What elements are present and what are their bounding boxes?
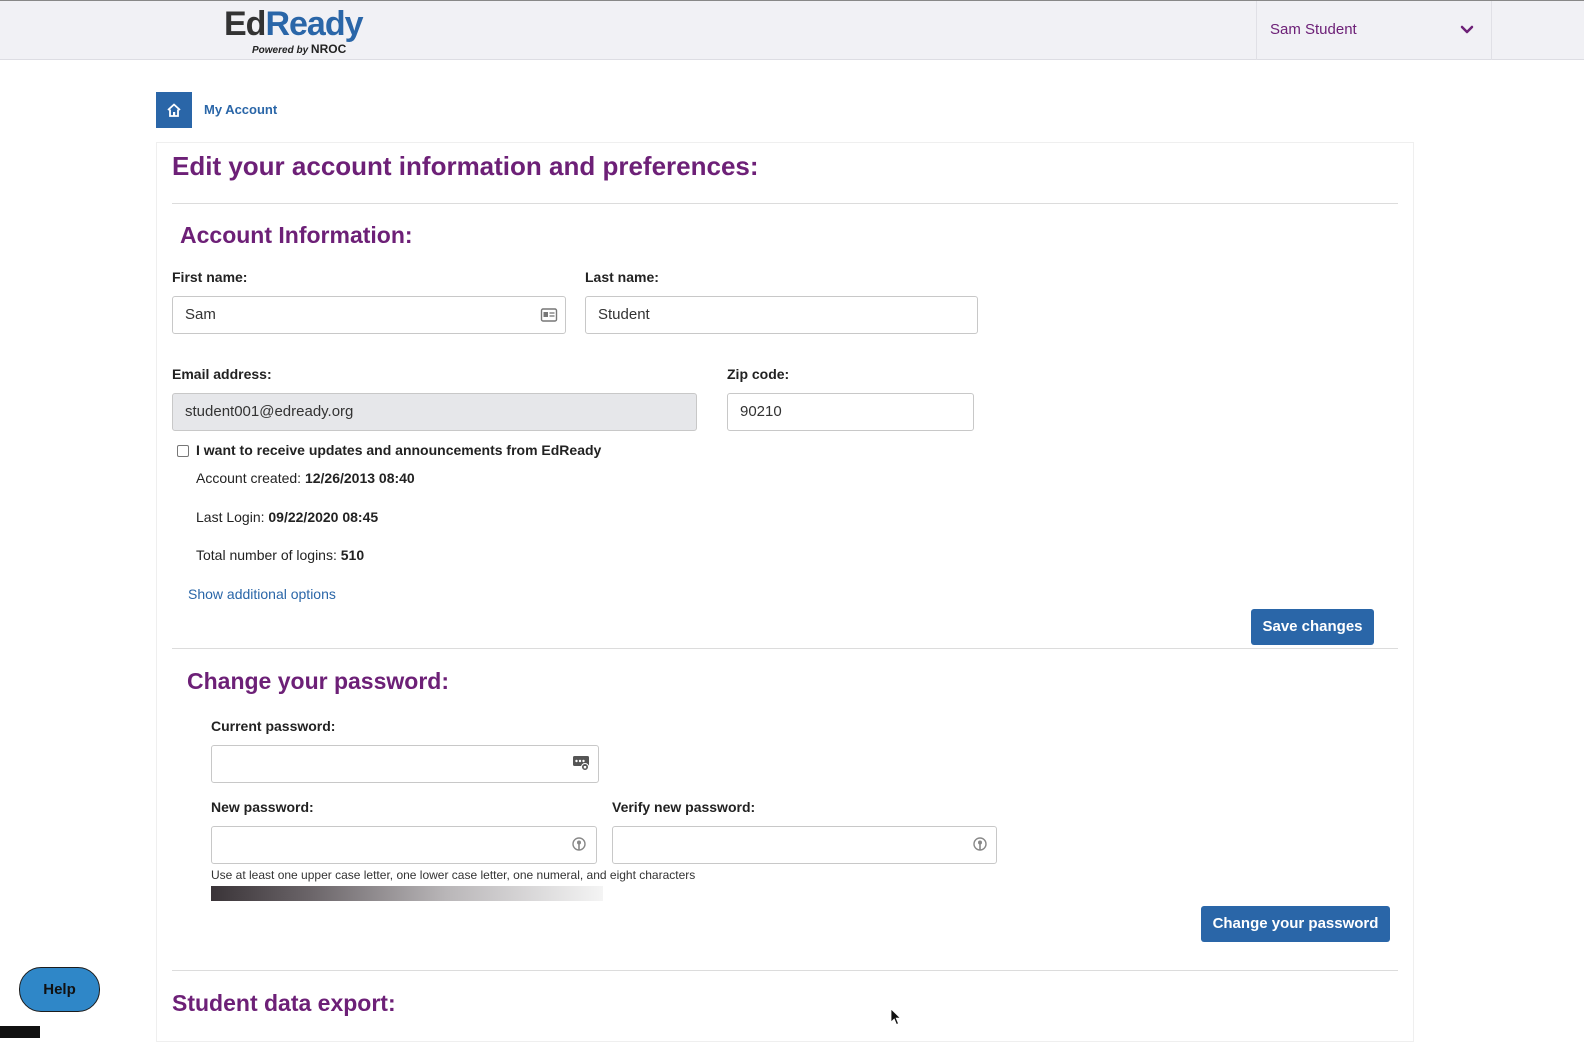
verify-password-label: Verify new password:: [612, 799, 756, 815]
last-name-field[interactable]: Student: [585, 296, 978, 334]
divider: [172, 648, 1398, 649]
page-title: Edit your account information and prefer…: [172, 151, 759, 181]
current-password-label: Current password:: [211, 718, 336, 734]
verify-password-field[interactable]: [612, 826, 997, 864]
logo-tagline: Powered by NROC: [252, 42, 347, 56]
student-data-export-heading: Student data export:: [172, 990, 396, 1016]
divider: [172, 970, 1398, 971]
mouse-cursor-icon: [890, 1008, 902, 1026]
window-edge: [0, 1026, 40, 1038]
first-name-label: First name:: [172, 269, 248, 285]
new-password-field[interactable]: [211, 826, 597, 864]
email-label: Email address:: [172, 366, 272, 382]
password-hint: Use at least one upper case letter, one …: [211, 868, 696, 882]
logo-wordmark: EdReady: [224, 5, 364, 43]
account-created-label: Account created:: [196, 470, 305, 486]
last-login-line: Last Login: 09/22/2020 08:45: [196, 509, 378, 525]
zip-label: Zip code:: [727, 366, 790, 382]
password-strength-meter: [211, 886, 603, 901]
last-login-value: 09/22/2020 08:45: [268, 509, 379, 525]
first-name-field[interactable]: Sam: [172, 296, 566, 334]
show-additional-options-link[interactable]: Show additional options: [188, 586, 336, 602]
help-button[interactable]: Help: [19, 967, 100, 1012]
total-logins-label: Total number of logins:: [196, 547, 341, 563]
save-changes-button[interactable]: Save changes: [1251, 609, 1374, 645]
home-button[interactable]: [156, 92, 192, 128]
new-password-label: New password:: [211, 799, 314, 815]
home-icon: [167, 103, 181, 117]
account-info-heading: Account Information:: [180, 222, 413, 248]
total-logins-value: 510: [340, 547, 365, 563]
email-field: student001@edready.org: [172, 393, 697, 431]
top-bar: EdReady Powered by NROC Sam Student: [0, 0, 1584, 60]
breadcrumb-my-account[interactable]: My Account: [204, 102, 277, 117]
current-password-field[interactable]: [211, 745, 599, 783]
last-login-label: Last Login:: [196, 509, 269, 525]
key-icon[interactable]: [570, 836, 588, 854]
change-password-heading: Change your password:: [187, 668, 449, 694]
zip-field[interactable]: 90210: [727, 393, 974, 431]
updates-checkbox[interactable]: [177, 445, 189, 457]
divider: [172, 203, 1398, 204]
updates-checkbox-label[interactable]: I want to receive updates and announceme…: [196, 442, 601, 458]
account-created-line: Account created: 12/26/2013 08:40: [196, 470, 415, 486]
user-name: Sam Student: [1270, 21, 1357, 38]
total-logins-line: Total number of logins: 510: [196, 547, 364, 563]
password-manager-icon[interactable]: [572, 754, 590, 772]
user-menu[interactable]: Sam Student: [1256, 1, 1492, 60]
account-created-value: 12/26/2013 08:40: [304, 470, 415, 486]
edready-logo[interactable]: EdReady Powered by NROC: [224, 5, 374, 56]
contact-card-icon[interactable]: [540, 306, 558, 324]
key-icon[interactable]: [971, 836, 989, 854]
change-password-button[interactable]: Change your password: [1201, 906, 1390, 942]
chevron-down-icon: [1460, 25, 1474, 34]
last-name-label: Last name:: [585, 269, 659, 285]
